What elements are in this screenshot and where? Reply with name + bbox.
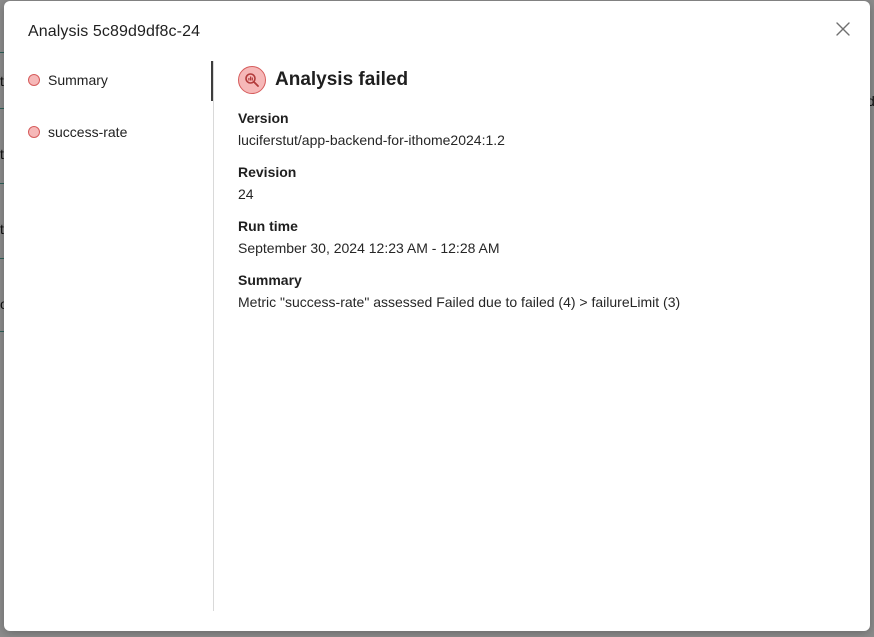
sidebar-divider — [213, 61, 214, 611]
status-header: Analysis failed — [238, 65, 848, 95]
analysis-content: Analysis failed Version luciferstut/app-… — [238, 65, 848, 311]
revision-value: 24 — [238, 186, 254, 202]
sidebar-item-label: Summary — [48, 72, 108, 88]
analysis-dialog: Analysis 5c89d9df8c-24 Summary success-r… — [4, 1, 870, 631]
analysis-sidebar: Summary success-rate — [4, 61, 214, 611]
sidebar-item-summary[interactable]: Summary — [28, 70, 108, 90]
summary-value: Metric "success-rate" assessed Failed du… — [238, 294, 681, 310]
close-icon — [836, 22, 850, 36]
sidebar-item-label: success-rate — [48, 124, 128, 140]
summary-label: Summary — [238, 272, 302, 288]
version-value: luciferstut/app-backend-for-ithome2024:1… — [238, 132, 505, 148]
status-dot-icon — [28, 126, 40, 138]
status-title: Analysis failed — [275, 69, 409, 90]
close-button[interactable] — [834, 20, 852, 38]
analysis-failed-icon — [238, 66, 266, 94]
run-time-label: Run time — [238, 218, 298, 234]
sidebar-item-success-rate[interactable]: success-rate — [28, 122, 127, 142]
revision-label: Revision — [238, 164, 297, 180]
dialog-title: Analysis 5c89d9df8c-24 — [28, 23, 201, 40]
sidebar-active-indicator — [211, 61, 213, 101]
run-time-value: September 30, 2024 12:23 AM - 12:28 AM — [238, 240, 500, 256]
version-label: Version — [238, 110, 289, 126]
status-dot-icon — [28, 74, 40, 86]
